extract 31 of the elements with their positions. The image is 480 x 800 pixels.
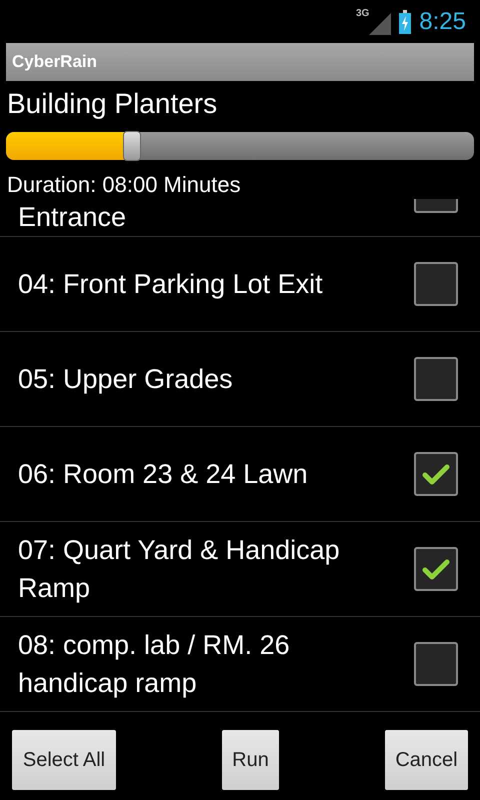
action-button[interactable]: Run xyxy=(222,730,279,790)
window-title: CyberRain xyxy=(12,51,98,74)
zone-label: 07: Quart Yard & Handicap Ramp xyxy=(18,534,341,605)
zone-row[interactable]: Entrance xyxy=(0,199,480,237)
zone-label: 06: Room 23 & 24 Lawn xyxy=(18,458,308,491)
action-button[interactable]: Cancel xyxy=(385,730,468,790)
zone-checkbox[interactable] xyxy=(414,547,458,591)
zone-row[interactable]: 07: Quart Yard & Handicap Ramp xyxy=(0,522,480,617)
clock-time: 8:25 xyxy=(419,10,466,34)
zone-label: 08: comp. lab / RM. 26 handicap ramp xyxy=(18,629,291,700)
zone-row[interactable]: 05: Upper Grades xyxy=(0,332,480,427)
zone-checkbox[interactable] xyxy=(414,199,458,213)
zone-checkbox[interactable] xyxy=(414,452,458,496)
duration-slider[interactable] xyxy=(6,131,474,161)
zone-checkbox[interactable] xyxy=(414,642,458,686)
zone-row[interactable]: 06: Room 23 & 24 Lawn xyxy=(0,427,480,522)
check-icon xyxy=(422,558,450,580)
action-button[interactable]: Select All xyxy=(12,730,116,790)
zone-label: 04: Front Parking Lot Exit xyxy=(18,268,323,301)
battery-charging-icon xyxy=(399,10,412,34)
zone-row[interactable]: 08: comp. lab / RM. 26 handicap ramp xyxy=(0,617,480,712)
duration-text: Duration: 08:00 Minutes xyxy=(6,171,242,199)
network-type: 3G xyxy=(356,8,370,18)
zone-checkbox[interactable] xyxy=(414,262,458,306)
zone-checkbox[interactable] xyxy=(414,357,458,401)
signal-icon xyxy=(369,12,392,34)
zone-label: Entrance xyxy=(18,201,126,234)
zone-row[interactable]: 04: Front Parking Lot Exit xyxy=(0,237,480,332)
zone-label: 05: Upper Grades xyxy=(18,363,233,396)
check-icon xyxy=(422,463,450,485)
program-name: Building Planters xyxy=(6,87,218,121)
